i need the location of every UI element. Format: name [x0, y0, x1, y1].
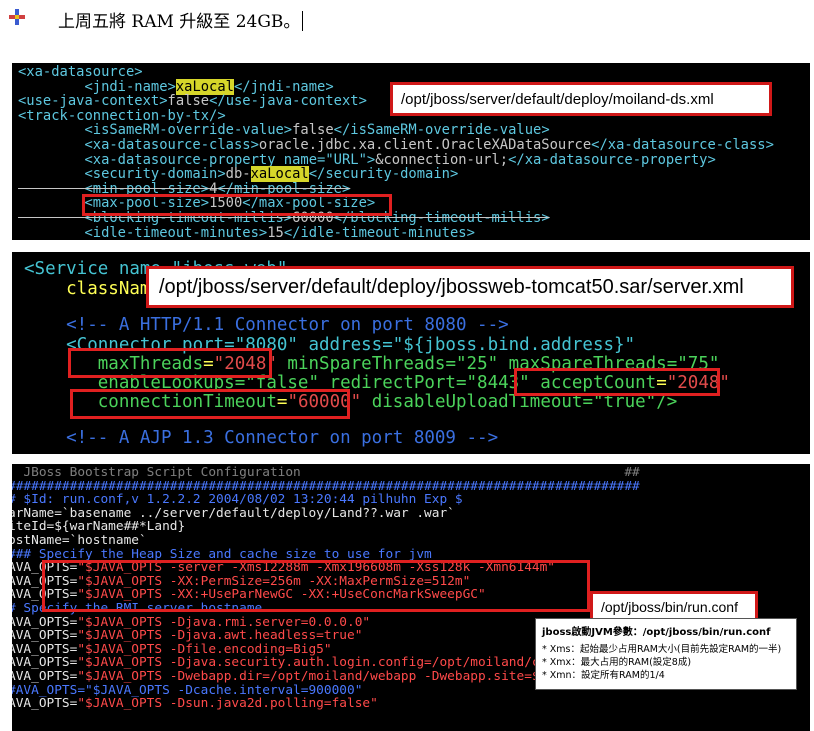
conf-line: ostName=`hostname` [12, 533, 147, 548]
document-header: 上周五將 RAM 升級至 24GB。 [0, 0, 814, 40]
search-highlight: xaLocal [250, 166, 309, 183]
xml-line: <track-connection-by-tx/> [18, 107, 226, 124]
http-comment-line: <!-- A HTTP/1.1 Connector on port 8080 -… [24, 315, 509, 335]
xml-line: <security-domain>db-xaLocal</security-do… [84, 166, 459, 183]
text-cursor [302, 11, 304, 31]
ajp-comment-line: <!-- A AJP 1.3 Connector on port 8009 --… [24, 428, 499, 448]
moiland-ds-path-callout: /opt/jboss/server/default/deploy/moiland… [390, 82, 772, 116]
conf-line: AVA_OPTS="$JAVA_OPTS -Dfile.encoding=Big… [12, 641, 332, 657]
connection-timeout-highlight [70, 389, 350, 419]
server-xml-path-callout: /opt/jboss/server/default/deploy/jbosswe… [146, 266, 794, 308]
jvm-params-note: jboss啟動JVM參數：/opt/jboss/bin/run.conf * X… [535, 618, 797, 690]
conf-line: iteId=${warName##*Land} [12, 519, 186, 535]
conf-line: ########################################… [12, 478, 640, 494]
max-threads-highlight [68, 348, 272, 378]
conf-line: arName=`basename ../server/default/deplo… [12, 505, 455, 521]
xml-line: <xa-datasource-property name="URL">&conn… [84, 151, 716, 168]
xml-line: <isSameRM-override-value>false</isSameRM… [84, 122, 550, 139]
note-item: * Xms：起始最少占用RAM大小(目前先設定RAM的一半) [542, 644, 782, 655]
note-item: * Xmn：設定所有RAM的1/4 [542, 670, 665, 681]
note-item: * Xmx：最大占用的RAM(設定8成) [542, 657, 692, 668]
xml-line: <use-java-context>false</use-java-contex… [18, 93, 367, 110]
run-conf-path-callout: /opt/jboss/bin/run.conf [590, 591, 758, 621]
header-text[interactable]: 上周五將 RAM 升級至 24GB。 [58, 7, 304, 32]
xml-line: <xa-datasource> [18, 64, 143, 80]
conf-line: AVA_OPTS="$JAVA_OPTS -Djava.security.aut… [12, 655, 571, 671]
paragraph-marker-icon [9, 9, 25, 25]
xml-line: <idle-timeout-minutes>15</idle-timeout-m… [84, 224, 475, 240]
conf-line: JBoss Bootstrap Script Configuration ## [12, 465, 640, 480]
conf-line: AVA_OPTS="$JAVA_OPTS -Djava.awt.headless… [12, 628, 363, 644]
accept-count-highlight [514, 368, 720, 396]
search-highlight: xaLocal [175, 78, 234, 95]
max-pool-size-highlight [82, 194, 392, 216]
java-opts-highlight [42, 560, 590, 612]
conf-line: # $Id: run.conf,v 1.2.2.2 2004/08/02 13:… [12, 492, 463, 508]
xml-line: <xa-datasource-class>oracle.jdbc.xa.clie… [84, 137, 774, 153]
conf-line: #AVA_OPTS="$JAVA_OPTS -Dcache.interval=9… [12, 682, 363, 698]
conf-line: AVA_OPTS="$JAVA_OPTS -Djava.rmi.server=0… [12, 614, 371, 630]
xml-line: <jndi-name>xaLocal</jndi-name> [84, 78, 334, 95]
note-title: jboss啟動JVM參數：/opt/jboss/bin/run.conf [542, 627, 771, 638]
conf-line: AVA_OPTS="$JAVA_OPTS -Dsun.java2d.pollin… [12, 696, 378, 712]
